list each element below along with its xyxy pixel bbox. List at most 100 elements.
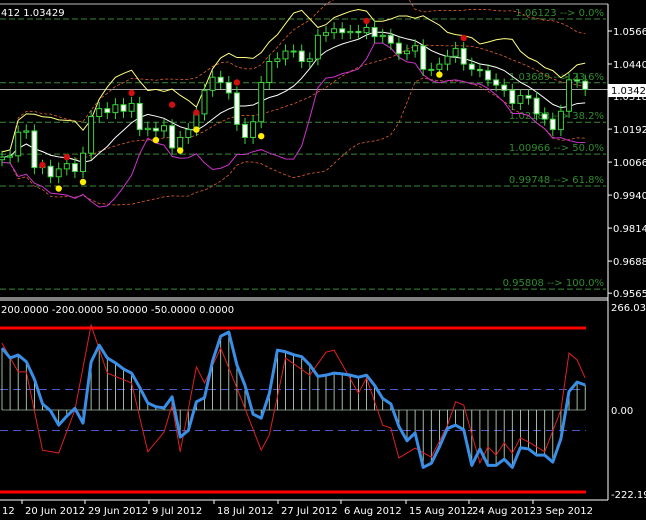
candle-body bbox=[549, 118, 556, 131]
fib-level-label: 1.02183 --> 38.2% bbox=[509, 111, 604, 122]
fractal-down-dot bbox=[152, 136, 160, 144]
candle-body bbox=[476, 68, 483, 72]
candle bbox=[323, 26, 329, 42]
candle bbox=[452, 41, 459, 63]
candle bbox=[55, 162, 62, 184]
candle bbox=[209, 70, 216, 97]
price-axis-label: 0.98140 bbox=[613, 224, 646, 235]
candle-body bbox=[169, 125, 176, 149]
candle-body bbox=[323, 32, 329, 36]
price-axis-label: 1.00660 bbox=[613, 158, 646, 169]
candle-body bbox=[274, 58, 281, 63]
candle-body bbox=[209, 76, 216, 91]
candle bbox=[217, 70, 224, 90]
date-axis-label: 6 Aug 2012 bbox=[344, 506, 402, 517]
candle-body bbox=[460, 47, 467, 65]
chart-window[interactable]: 1.06123 --> 0.0%1.03689 --> 23.6%1.02183… bbox=[0, 0, 646, 520]
price-axis-label: 1.05665 bbox=[613, 27, 646, 38]
candle-body bbox=[541, 113, 548, 120]
candle-body bbox=[104, 108, 111, 114]
candle-body bbox=[47, 165, 54, 178]
candle bbox=[258, 75, 265, 129]
candle-body bbox=[468, 63, 475, 70]
price-axis-label: 1.01920 bbox=[613, 125, 646, 136]
candle-body bbox=[566, 79, 572, 112]
candle-body bbox=[31, 130, 38, 169]
candle bbox=[557, 104, 564, 137]
date-axis-label: 20 Jun 2012 bbox=[25, 506, 85, 517]
candle bbox=[298, 44, 305, 69]
candle-body bbox=[363, 26, 370, 34]
candle bbox=[136, 96, 143, 137]
fractal-down-dot bbox=[193, 126, 200, 133]
fractal-up-dot bbox=[39, 161, 46, 169]
price-panel[interactable]: 1.06123 --> 0.0%1.03689 --> 23.6%1.02183… bbox=[0, 0, 608, 290]
indicator-levels-readout: 200.0000 -200.0000 50.0000 -50.0000 0.00… bbox=[1, 305, 234, 316]
candle bbox=[7, 149, 14, 164]
fractal-down-dot bbox=[177, 147, 184, 154]
price-axis-label: 0.96880 bbox=[613, 257, 646, 268]
candle-body bbox=[533, 97, 540, 115]
candle-body bbox=[371, 26, 378, 38]
candle-body bbox=[574, 79, 581, 82]
date-axis-label: 9 Jul 2012 bbox=[152, 506, 202, 517]
candle-body bbox=[582, 80, 589, 91]
candle-body bbox=[23, 130, 30, 133]
indicator-axis-top: 266.0333 bbox=[611, 303, 646, 314]
candle bbox=[290, 44, 297, 58]
fractal-up-dot bbox=[168, 101, 176, 108]
candle-body bbox=[185, 129, 192, 138]
candle bbox=[120, 98, 127, 118]
candle-body bbox=[80, 152, 86, 173]
candle-body bbox=[258, 81, 265, 123]
cci-indicator-panel[interactable] bbox=[0, 323, 586, 494]
candle-body bbox=[485, 70, 491, 81]
candle bbox=[169, 119, 176, 155]
candle-body bbox=[298, 50, 305, 63]
candle-body bbox=[233, 92, 240, 125]
candle bbox=[144, 121, 151, 137]
candle bbox=[493, 73, 500, 92]
candle bbox=[282, 44, 289, 66]
candle-body bbox=[525, 95, 532, 99]
fractal-down-dot bbox=[79, 178, 87, 186]
candle-body bbox=[266, 61, 273, 83]
candle-body bbox=[314, 34, 321, 60]
candle-body bbox=[177, 136, 184, 149]
fractal-up-dot bbox=[233, 79, 241, 86]
candle-body bbox=[387, 34, 394, 44]
candle-body bbox=[444, 55, 451, 65]
candle bbox=[96, 102, 103, 124]
date-axis-label: 15 Aug 2012 bbox=[409, 506, 473, 517]
date-axis-label: 24 Aug 2012 bbox=[472, 506, 536, 517]
candle bbox=[541, 107, 548, 126]
candle bbox=[23, 124, 30, 139]
date-axis-label: 29 Jun 2012 bbox=[88, 506, 148, 517]
candle bbox=[31, 124, 38, 175]
candle-body bbox=[217, 76, 224, 83]
date-axis: 12 20 Jun 2012 29 Jun 2012 9 Jul 2012 18 Jul… bbox=[2, 500, 593, 517]
candle-body bbox=[404, 50, 410, 55]
price-axis-label: 0.95655 bbox=[613, 289, 646, 300]
candle bbox=[15, 125, 22, 163]
candle-body bbox=[509, 89, 516, 104]
candle-body bbox=[152, 127, 159, 132]
candle-body bbox=[436, 63, 443, 70]
candle-body bbox=[428, 68, 435, 71]
candle bbox=[250, 115, 257, 145]
candle-body bbox=[7, 155, 14, 158]
fib-level-label: 0.99748 --> 61.8% bbox=[509, 175, 604, 186]
candle bbox=[379, 28, 386, 44]
candle-body bbox=[379, 34, 386, 38]
candle-body bbox=[331, 28, 338, 34]
candle bbox=[225, 75, 232, 100]
candle-body bbox=[71, 163, 78, 173]
candle bbox=[566, 73, 572, 118]
candle-body bbox=[306, 58, 313, 63]
candle-body bbox=[347, 30, 354, 34]
candle-body bbox=[161, 125, 167, 132]
candle bbox=[331, 22, 338, 40]
fractal-up-dot bbox=[363, 17, 370, 25]
date-axis-label: 3 Sep 2012 bbox=[536, 506, 593, 517]
price-axis-label: 1.04405 bbox=[613, 60, 646, 71]
